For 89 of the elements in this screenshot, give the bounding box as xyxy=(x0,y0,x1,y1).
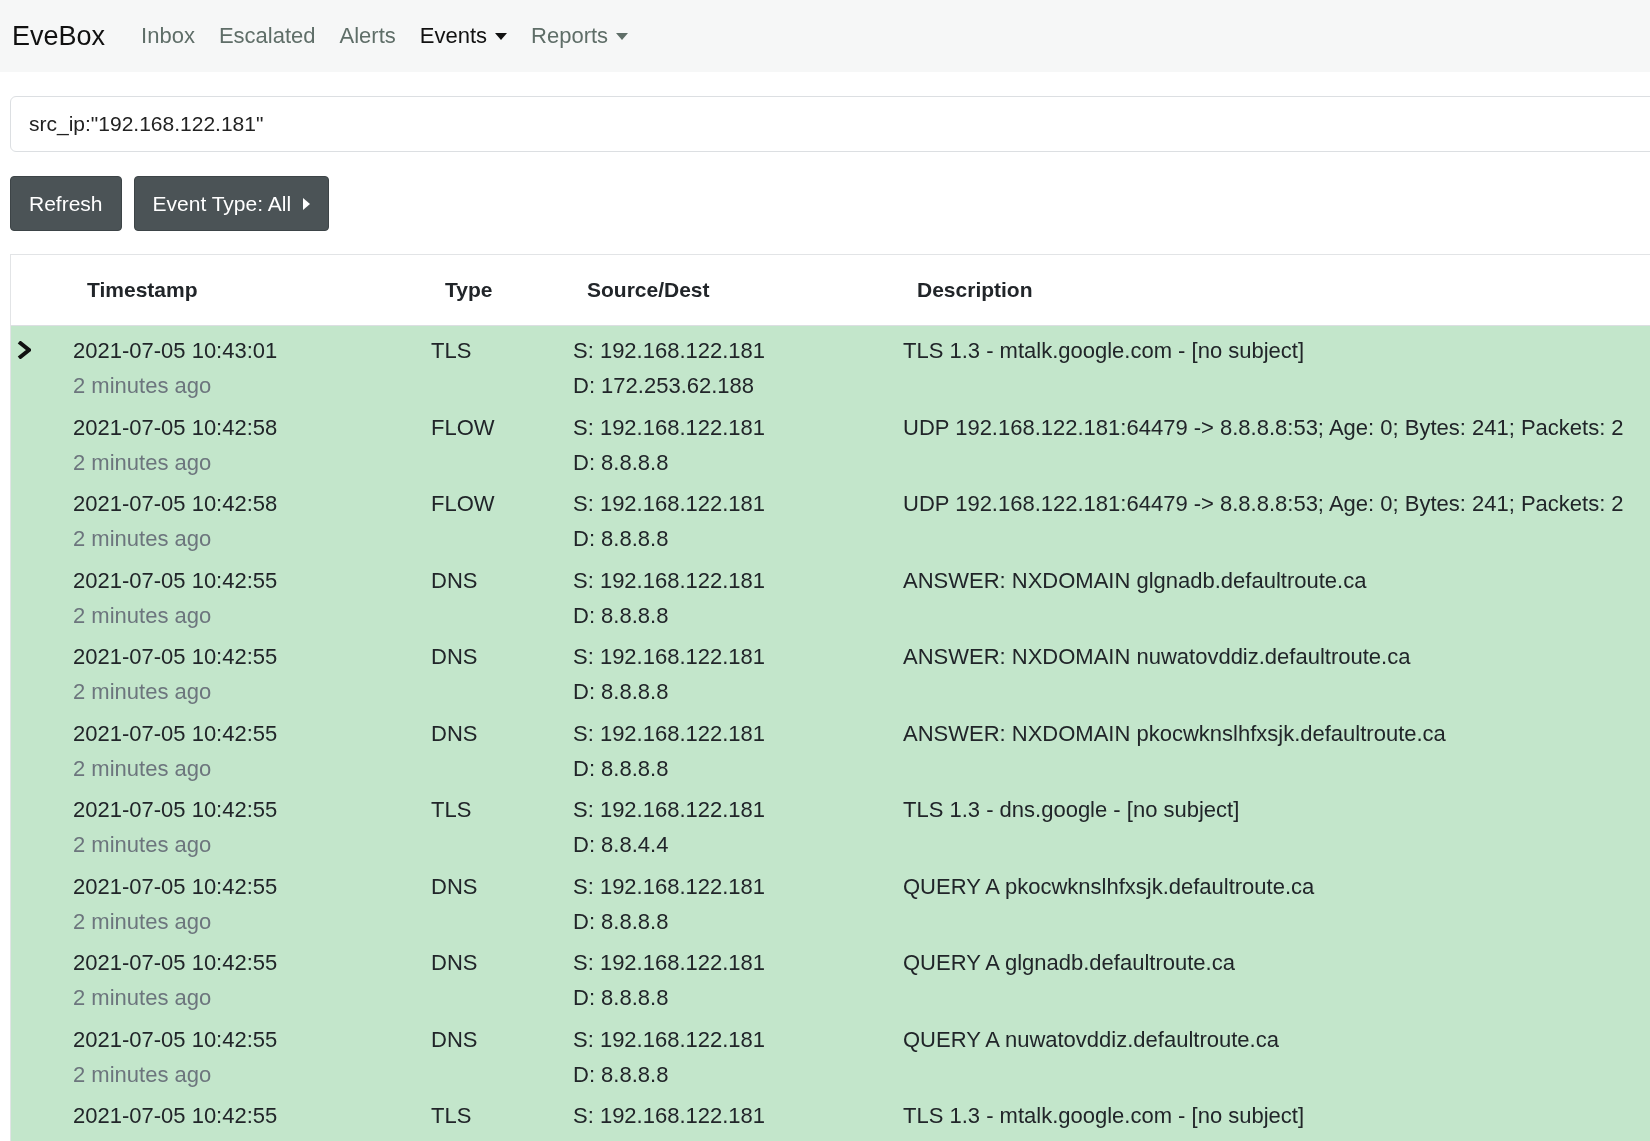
relative-time: 2 minutes ago xyxy=(73,372,213,400)
column-header: Timestamp xyxy=(87,278,198,301)
event-type: FLOW xyxy=(431,490,496,518)
source-address: S: 192.168.122.181 xyxy=(573,1102,767,1130)
dest-address: D: 8.8.8.8 xyxy=(573,678,670,706)
brand-logo[interactable]: EveBox xyxy=(12,20,106,52)
event-description: ANSWER: NXDOMAIN glgnadb.defaultroute.ca xyxy=(903,566,1368,595)
caret-icon xyxy=(303,197,311,210)
relative-time: 2 minutes ago xyxy=(73,601,213,630)
dest-address: D: 8.8.8.8 xyxy=(573,754,670,783)
column-header: Source/Dest xyxy=(587,278,710,301)
event-type: DNS xyxy=(431,1025,479,1054)
dest-address: D: 8.8.8.8 xyxy=(573,601,670,630)
source-address: S: 192.168.122.181 xyxy=(573,490,767,518)
nav-link[interactable]: Alerts xyxy=(339,23,396,49)
timestamp: 2021-07-05 10:42:55 xyxy=(73,566,279,595)
event-row[interactable]: 2021-07-05 10:43:01 2 minutes ago TLS S: 192.168.122.181 D: 172.253.62.188 TLS 1.3 - mtalk.google.com - [no subject] xyxy=(11,326,1650,403)
refresh-button[interactable]: Refresh xyxy=(10,176,122,231)
timestamp: 2021-07-05 10:42:55 xyxy=(73,949,279,977)
timestamp: 2021-07-05 10:42:55 xyxy=(73,643,279,671)
nav-link[interactable]: Inbox xyxy=(141,23,195,49)
source-address: S: 192.168.122.181 xyxy=(573,643,767,671)
relative-time: 2 minutes ago xyxy=(73,984,213,1012)
event-row[interactable]: 2021-07-05 10:42:55 TLS S: 192.168.122.181 TLS 1.3 - mtalk.google.com - [no subject] xyxy=(11,1091,1650,1141)
dest-address: D: 8.8.8.8 xyxy=(573,448,670,477)
dest-address: D: 8.8.8.8 xyxy=(573,1060,670,1089)
timestamp: 2021-07-05 10:43:01 xyxy=(73,337,279,365)
column-header: Type xyxy=(445,278,493,301)
relative-time: 2 minutes ago xyxy=(73,907,213,936)
timestamp: 2021-07-05 10:42:58 xyxy=(73,490,279,518)
event-description: QUERY A nuwatovddiz.defaultroute.ca xyxy=(903,1025,1280,1054)
source-address: S: 192.168.122.181 xyxy=(573,719,767,748)
event-type: DNS xyxy=(431,949,479,977)
event-row[interactable]: 2021-07-05 10:42:55 2 minutes ago TLS S: 192.168.122.181 D: 8.8.4.4 TLS 1.3 - dns.google - [no subject] xyxy=(11,785,1650,862)
source-address: S: 192.168.122.181 xyxy=(573,413,767,442)
column-header: Description xyxy=(917,278,1033,301)
dest-address: D: 8.8.8.8 xyxy=(573,525,670,553)
source-address: S: 192.168.122.181 xyxy=(573,337,767,365)
source-address: S: 192.168.122.181 xyxy=(573,949,767,977)
timestamp: 2021-07-05 10:42:58 xyxy=(73,413,279,442)
event-type: TLS xyxy=(431,796,473,824)
source-address: S: 192.168.122.181 xyxy=(573,796,767,824)
event-row[interactable]: 2021-07-05 10:42:58 2 minutes ago FLOW S: 192.168.122.181 D: 8.8.8.8 UDP 192.168.122.181:64479 -> 8.8.8.8:53; Age: 0; Bytes: 241; Packets: 2 xyxy=(11,479,1650,556)
event-type: TLS xyxy=(431,337,473,365)
nav-link[interactable]: Reports xyxy=(531,23,629,49)
event-description: QUERY A pkocwknslhfxsjk.defaultroute.ca xyxy=(903,872,1316,901)
event-description: UDP 192.168.122.181:64479 -> 8.8.8.8:53; Age: 0; Bytes: 241; Packets: 2 xyxy=(903,490,1625,518)
event-type: TLS xyxy=(431,1102,473,1130)
event-description: TLS 1.3 - dns.google - [no subject] xyxy=(903,796,1241,824)
event-type: FLOW xyxy=(431,413,496,442)
nav-link[interactable]: Events xyxy=(419,23,508,49)
event-description: ANSWER: NXDOMAIN nuwatovddiz.defaultroute.ca xyxy=(903,643,1412,671)
relative-time: 2 minutes ago xyxy=(73,448,213,477)
event-description: TLS 1.3 - mtalk.google.com - [no subject] xyxy=(903,337,1306,365)
relative-time: 2 minutes ago xyxy=(73,525,213,553)
nav-link[interactable]: Escalated xyxy=(218,23,316,49)
event-description: ANSWER: NXDOMAIN pkocwknslhfxsjk.defaultroute.ca xyxy=(903,719,1447,748)
relative-time: 2 minutes ago xyxy=(73,754,213,783)
event-row[interactable]: 2021-07-05 10:42:55 2 minutes ago DNS S: 192.168.122.181 D: 8.8.8.8 QUERY A pkocwknslhfxsjk.defaultroute.ca xyxy=(11,861,1650,938)
event-row[interactable]: 2021-07-05 10:42:55 2 minutes ago DNS S: 192.168.122.181 D: 8.8.8.8 QUERY A glgnadb.defaultroute.ca xyxy=(11,938,1650,1015)
timestamp: 2021-07-05 10:42:55 xyxy=(73,1025,279,1054)
dest-address: D: 172.253.62.188 xyxy=(573,372,756,400)
dest-address: D: 8.8.4.4 xyxy=(573,831,670,859)
event-type: DNS xyxy=(431,566,479,595)
event-row[interactable]: 2021-07-05 10:42:58 2 minutes ago FLOW S: 192.168.122.181 D: 8.8.8.8 UDP 192.168.122.181:64479 -> 8.8.8.8:53; Age: 0; Bytes: 241; Packets: 2 xyxy=(11,402,1650,479)
event-type: DNS xyxy=(431,719,479,748)
dest-address: D: 8.8.8.8 xyxy=(573,984,670,1012)
source-address: S: 192.168.122.181 xyxy=(573,872,767,901)
timestamp: 2021-07-05 10:42:55 xyxy=(73,796,279,824)
event-type-button[interactable]: Event Type: All xyxy=(133,176,330,231)
timestamp: 2021-07-05 10:42:55 xyxy=(73,1102,279,1130)
event-row[interactable]: 2021-07-05 10:42:55 2 minutes ago DNS S: 192.168.122.181 D: 8.8.8.8 ANSWER: NXDOMAIN glgnadb.defaultroute.ca xyxy=(11,555,1650,632)
event-description: TLS 1.3 - mtalk.google.com - [no subject] xyxy=(903,1102,1306,1130)
relative-time: 2 minutes ago xyxy=(73,831,213,859)
timestamp: 2021-07-05 10:42:55 xyxy=(73,719,279,748)
event-description: UDP 192.168.122.181:64479 -> 8.8.8.8:53; Age: 0; Bytes: 241; Packets: 2 xyxy=(903,413,1625,442)
timestamp: 2021-07-05 10:42:55 xyxy=(73,872,279,901)
search-field[interactable]: src_ip:"192.168.122.181" xyxy=(10,96,1650,152)
event-type: DNS xyxy=(431,643,479,671)
event-type: DNS xyxy=(431,872,479,901)
source-address: S: 192.168.122.181 xyxy=(573,566,767,595)
source-address: S: 192.168.122.181 xyxy=(573,1025,767,1054)
relative-time: 2 minutes ago xyxy=(73,1060,213,1089)
event-description: QUERY A glgnadb.defaultroute.ca xyxy=(903,949,1236,977)
event-row[interactable]: 2021-07-05 10:42:55 2 minutes ago DNS S: 192.168.122.181 D: 8.8.8.8 ANSWER: NXDOMAIN nuwatovddiz.defaultroute.ca xyxy=(11,632,1650,709)
event-row[interactable]: 2021-07-05 10:42:55 2 minutes ago DNS S: 192.168.122.181 D: 8.8.8.8 ANSWER: NXDOMAIN pkocwknslhfxsjk.defaultroute.ca xyxy=(11,708,1650,785)
dest-address: D: 8.8.8.8 xyxy=(573,907,670,936)
relative-time: 2 minutes ago xyxy=(73,678,213,706)
event-row[interactable]: 2021-07-05 10:42:55 2 minutes ago DNS S: 192.168.122.181 D: 8.8.8.8 QUERY A nuwatovddiz.defaultroute.ca xyxy=(11,1014,1650,1091)
